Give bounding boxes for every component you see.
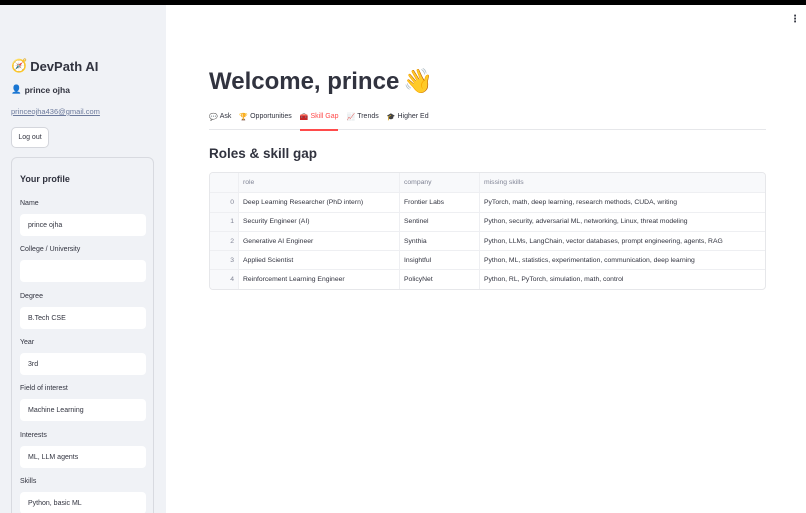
role-cell[interactable]: Deep Learning Researcher (PhD intern) (239, 193, 400, 212)
missing-skills-column-header[interactable]: missing skills (480, 173, 765, 192)
row-index: 4 (210, 270, 239, 289)
table-header-row: role company missing skills (210, 173, 765, 193)
role-cell[interactable]: Reinforcement Learning Engineer (239, 270, 400, 289)
main-content: Welcome, prince 👋 💬 Ask 🏆 Opportunities … (209, 5, 766, 513)
company-cell[interactable]: PolicyNet (400, 270, 480, 289)
degree-label: Degree (20, 293, 43, 300)
role-cell[interactable]: Applied Scientist (239, 251, 400, 270)
degree-input[interactable]: B.Tech CSE (20, 307, 146, 329)
app-brand: 🧭 DevPath AI (11, 58, 98, 74)
company-cell[interactable]: Insightful (400, 251, 480, 270)
name-input[interactable]: prince ojha (20, 214, 146, 236)
user-name: 👤 prince ojha (11, 84, 70, 95)
college-input[interactable] (20, 260, 146, 282)
waving-hand-icon: 👋 (403, 68, 434, 95)
trophy-icon: 🏆 (239, 114, 249, 121)
user-name-label: prince ojha (24, 84, 70, 95)
tab-label: Trends (357, 113, 379, 120)
role-column-header[interactable]: role (239, 173, 400, 193)
missing-skills-cell[interactable]: Python, security, adversarial ML, networ… (480, 213, 765, 231)
user-email-link[interactable]: princeojha436@gmail.com (11, 107, 100, 116)
tab-label: Opportunities (250, 113, 292, 120)
brand-label: DevPath AI (30, 58, 99, 74)
table-row: 0 Deep Learning Researcher (PhD intern) … (210, 192, 765, 212)
field-of-interest-input[interactable]: Machine Learning (20, 399, 146, 421)
table-row: 4 Reinforcement Learning Engineer Policy… (210, 269, 765, 289)
company-column-header[interactable]: company (400, 173, 480, 193)
tab-ask[interactable]: 💬 Ask (209, 110, 231, 130)
tab-label: Skill Gap (310, 113, 339, 120)
tab-opportunities[interactable]: 🏆 Opportunities (239, 110, 291, 130)
compass-icon: 🧭 (11, 58, 28, 73)
table-row: 1 Security Engineer (AI) Sentinel Python… (210, 211, 765, 231)
profile-panel: Your profile Name prince ojha College / … (11, 157, 154, 513)
skills-label: Skills (20, 478, 37, 485)
row-index: 0 (210, 193, 239, 212)
tab-skill-gap[interactable]: 🧰 Skill Gap (299, 110, 339, 131)
index-column-header[interactable] (210, 173, 239, 193)
missing-skills-cell[interactable]: PyTorch, math, deep learning, research m… (480, 193, 765, 211)
field-of-interest-label: Field of interest (20, 385, 68, 392)
graduation-cap-icon: 🎓 (386, 114, 396, 121)
missing-skills-cell[interactable]: Python, ML, statistics, experimentation,… (480, 251, 765, 269)
interests-label: Interests (20, 432, 47, 439)
tab-bar: 💬 Ask 🏆 Opportunities 🧰 Skill Gap 📈 Tren… (209, 110, 766, 131)
missing-skills-cell[interactable]: Python, RL, PyTorch, simulation, math, c… (480, 270, 765, 288)
skills-input[interactable]: Python, basic ML (20, 492, 146, 513)
company-cell[interactable]: Synthia (400, 231, 480, 251)
profile-title: Your profile (20, 174, 70, 184)
company-cell[interactable]: Frontier Labs (400, 193, 480, 212)
table-row: 3 Applied Scientist Insightful Python, M… (210, 250, 765, 270)
skill-gap-table[interactable]: role company missing skills 0 Deep Learn… (209, 172, 766, 290)
welcome-text: Welcome, prince (209, 67, 400, 95)
tab-label: Higher Ed (397, 113, 429, 120)
college-label: College / University (20, 246, 81, 253)
speech-bubble-icon: 💬 (209, 114, 218, 121)
sidebar: 🧭 DevPath AI 👤 prince ojha princeojha436… (0, 5, 166, 513)
page-title: Welcome, prince 👋 (209, 67, 433, 96)
year-label: Year (20, 339, 35, 346)
role-cell[interactable]: Generative AI Engineer (239, 231, 400, 251)
tab-label: Ask (219, 113, 232, 120)
kebab-menu-icon[interactable]: ⋮ (790, 15, 800, 25)
tab-higher-ed[interactable]: 🎓 Higher Ed (387, 110, 429, 130)
section-title: Roles & skill gap (209, 146, 318, 161)
row-index: 1 (210, 212, 239, 231)
name-label: Name (20, 200, 39, 207)
chart-increasing-icon: 📈 (346, 114, 356, 121)
logout-button[interactable]: Log out (11, 127, 49, 148)
role-cell[interactable]: Security Engineer (AI) (239, 212, 400, 231)
tab-trends[interactable]: 📈 Trends (346, 110, 378, 130)
missing-skills-cell[interactable]: Python, LLMs, LangChain, vector database… (480, 232, 765, 250)
company-cell[interactable]: Sentinel (400, 212, 480, 231)
table-row: 2 Generative AI Engineer Synthia Python,… (210, 230, 765, 251)
toolbox-icon: 🧰 (299, 114, 309, 121)
row-index: 2 (210, 231, 239, 251)
user-icon: 👤 (11, 84, 22, 94)
interests-input[interactable]: ML, LLM agents (20, 446, 146, 468)
year-input[interactable]: 3rd (20, 353, 146, 375)
row-index: 3 (210, 251, 239, 270)
